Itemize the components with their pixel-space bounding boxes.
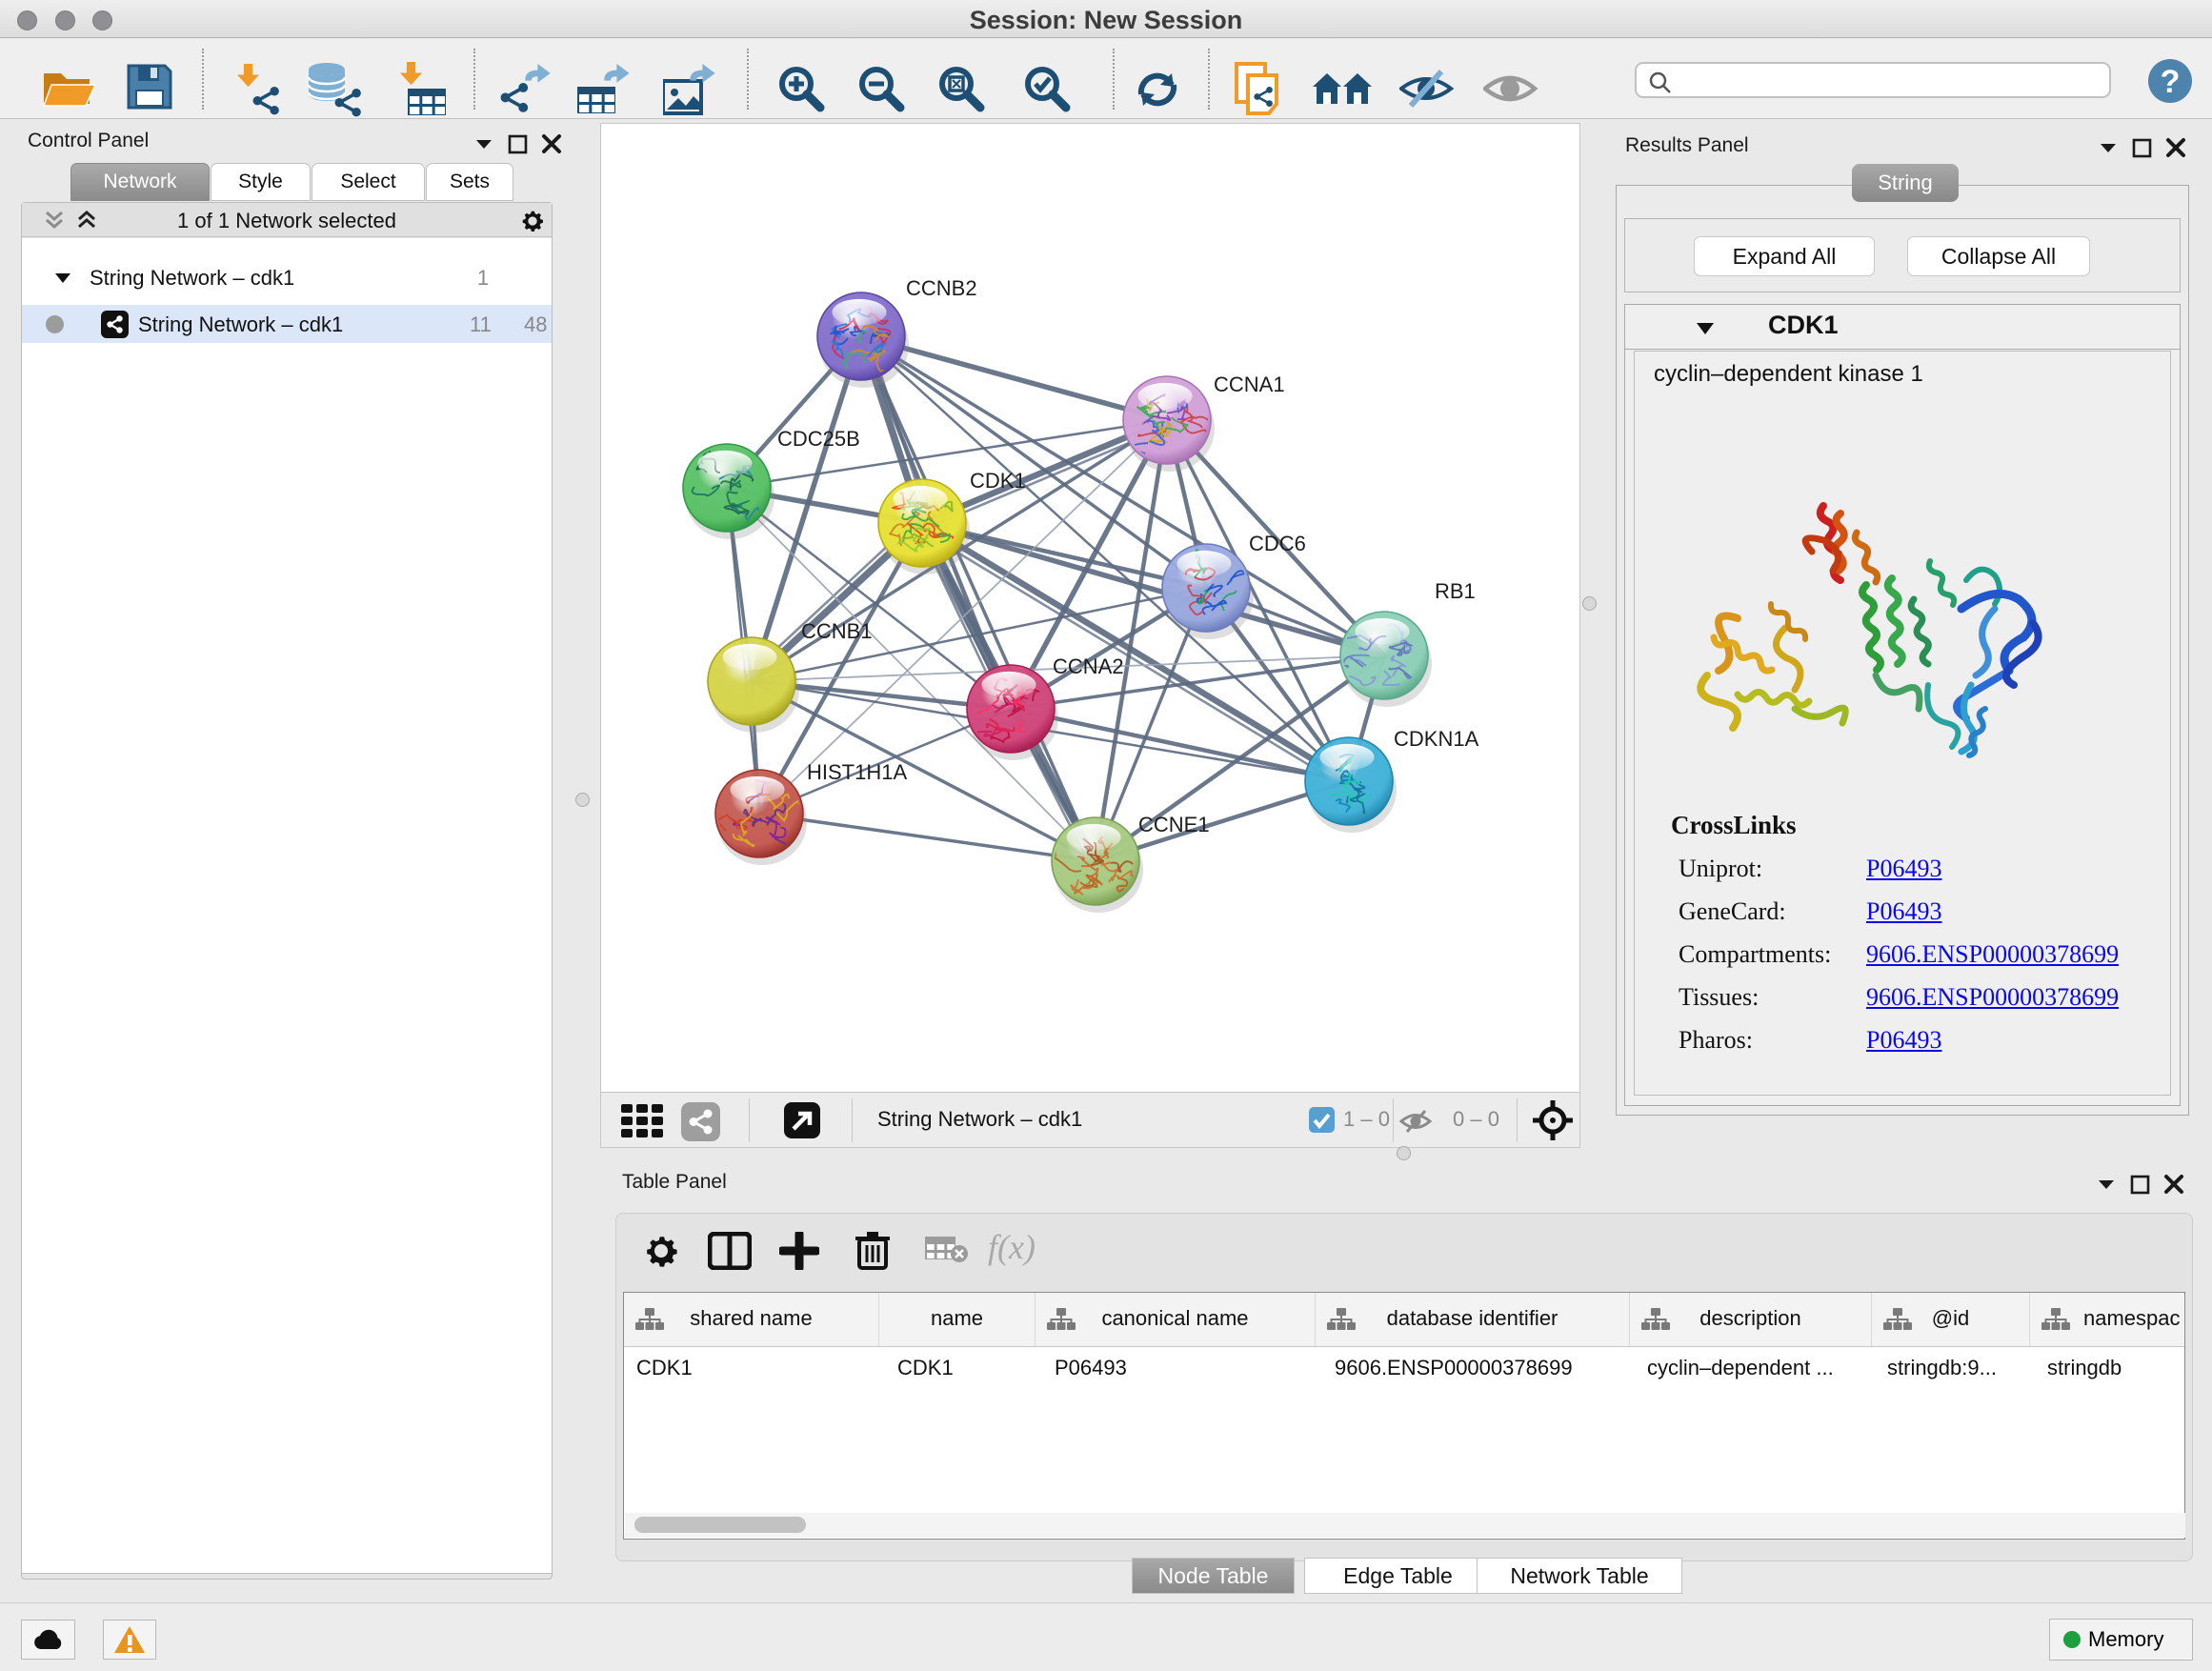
svg-text:CDKN1A: CDKN1A [1394, 727, 1479, 751]
svg-text:CDC25B: CDC25B [777, 427, 860, 451]
svg-text:CCNB1: CCNB1 [801, 619, 873, 643]
svg-text:CCNB2: CCNB2 [906, 276, 977, 300]
svg-text:CDK1: CDK1 [970, 469, 1026, 493]
svg-text:CCNA1: CCNA1 [1214, 372, 1285, 396]
svg-text:HIST1H1A: HIST1H1A [807, 760, 907, 784]
svg-text:CCNA2: CCNA2 [1053, 654, 1124, 678]
svg-text:RB1: RB1 [1435, 579, 1476, 603]
svg-text:?: ? [2161, 64, 2181, 100]
svg-text:CCNE1: CCNE1 [1138, 813, 1210, 836]
svg-text:CDC6: CDC6 [1249, 532, 1306, 555]
